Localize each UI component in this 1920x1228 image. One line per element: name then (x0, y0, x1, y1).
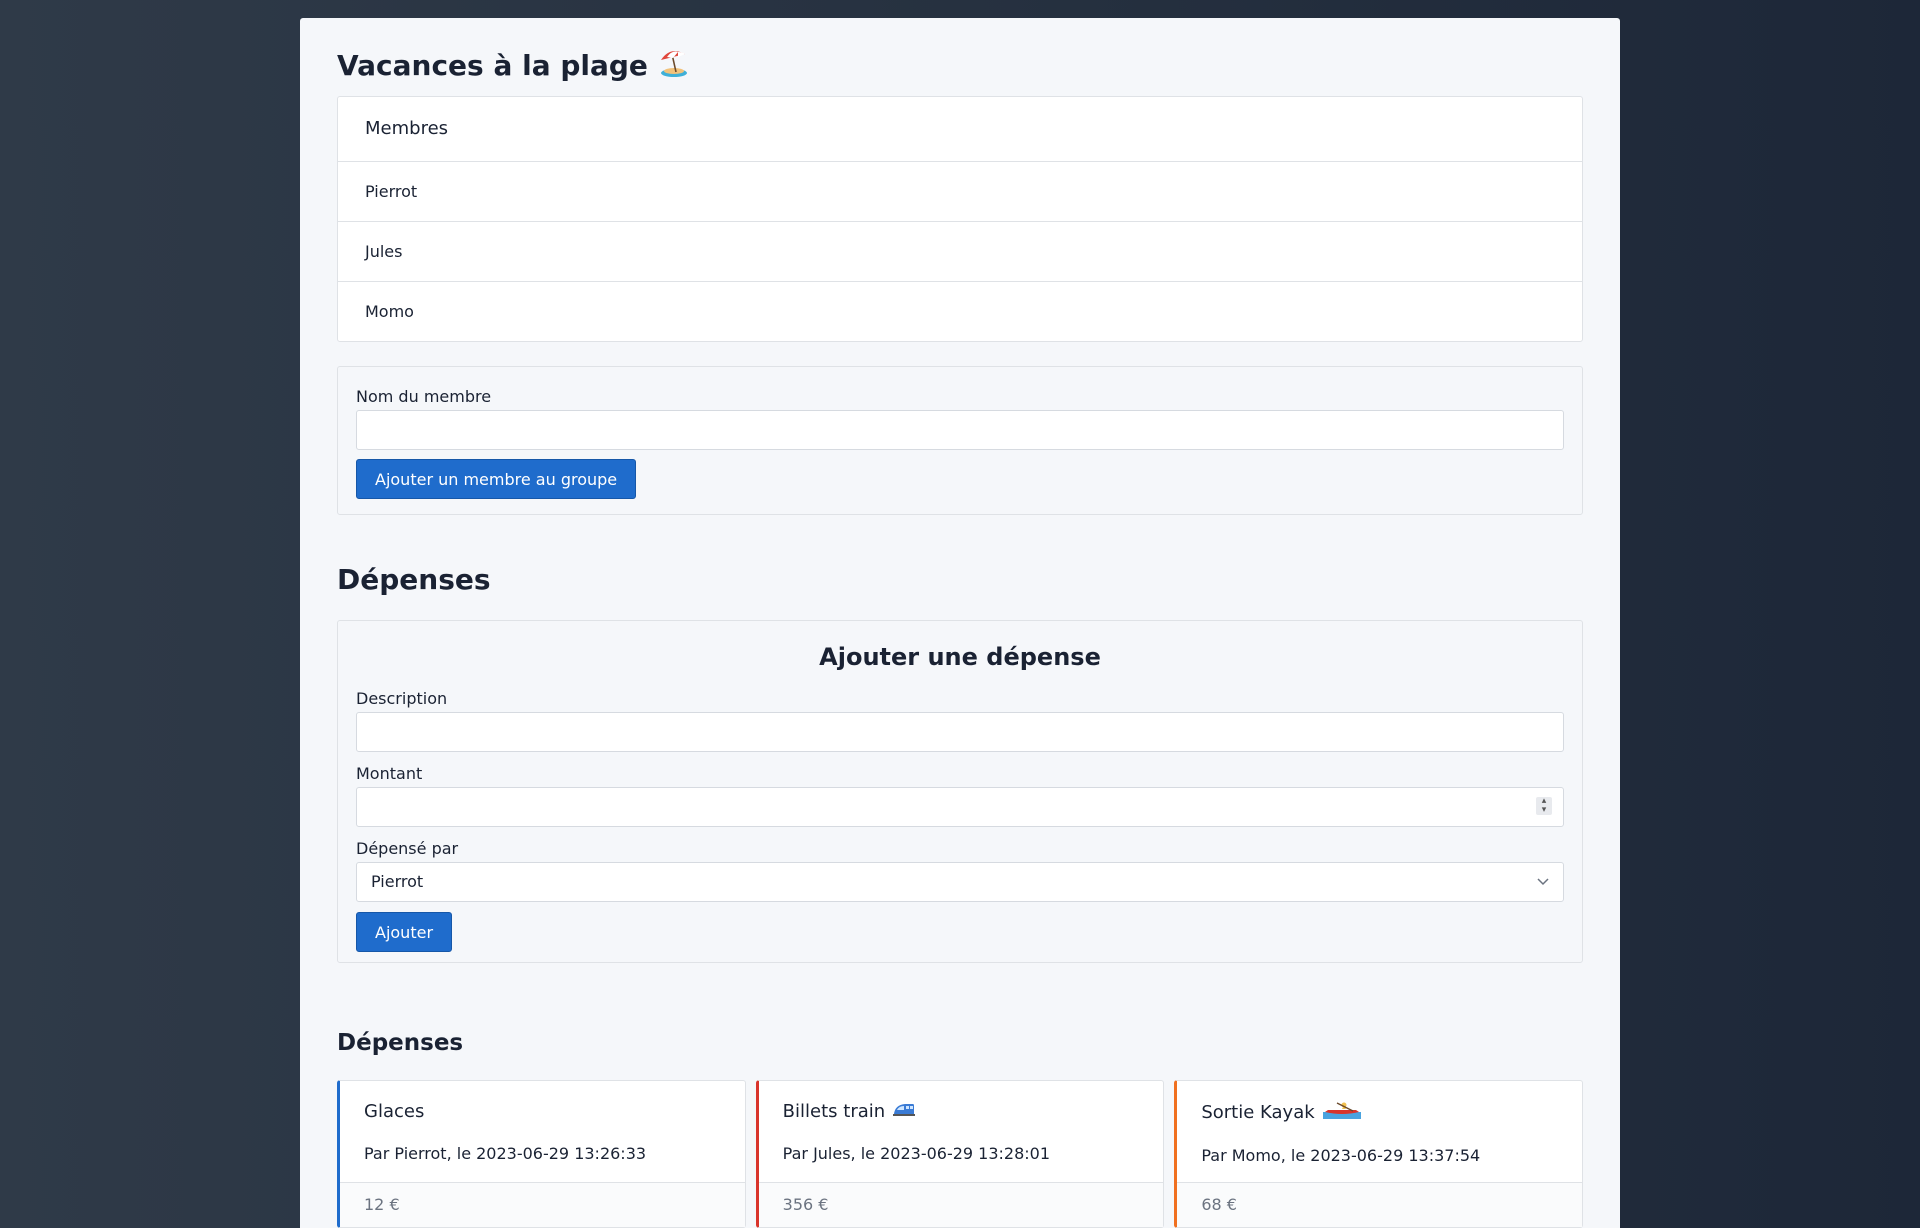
expense-card[interactable]: Sortie Kayak Par Momo, le 2023-06-29 13:… (1174, 1080, 1584, 1228)
main-container: Vacances à la plage Membres Pierrot Jule… (300, 18, 1620, 1228)
group-title: Vacances à la plage (337, 46, 690, 85)
member-name-label: Nom du membre (356, 387, 492, 406)
expense-amount: 12 € (340, 1183, 745, 1227)
members-list: Membres Pierrot Jules Momo (337, 96, 1583, 342)
chevron-down-icon (1537, 878, 1549, 886)
members-header: Membres (338, 97, 1582, 162)
member-item: Momo (365, 302, 414, 321)
beach-umbrella-icon (658, 46, 690, 85)
description-input[interactable] (356, 712, 1564, 752)
expense-amount: 68 € (1177, 1183, 1583, 1227)
expense-meta: Par Momo, le 2023-06-29 13:37:54 (1201, 1146, 1481, 1165)
train-icon (893, 1101, 916, 1122)
expenses-section-title: Dépenses (337, 563, 491, 596)
expense-card[interactable]: Glaces Par Pierrot, le 2023-06-29 13:26:… (337, 1080, 746, 1228)
spent-by-select[interactable]: Pierrot (356, 862, 1564, 902)
expenses-list-title: Dépenses (337, 1030, 464, 1056)
member-name-input[interactable] (356, 410, 1564, 450)
spent-by-label: Dépensé par (356, 839, 459, 858)
add-member-button[interactable]: Ajouter un membre au groupe (356, 459, 637, 499)
kayak-icon (1322, 1101, 1361, 1124)
add-expense-form: Ajouter une dépense Description Montant … (337, 620, 1583, 963)
expenses-list: Glaces Par Pierrot, le 2023-06-29 13:26:… (337, 1080, 1584, 1228)
add-expense-title: Ajouter une dépense (819, 643, 1101, 671)
expense-amount: 356 € (758, 1183, 1164, 1227)
add-expense-button[interactable]: Ajouter (356, 912, 453, 952)
amount-stepper[interactable]: ▴ ▾ (1536, 797, 1552, 815)
amount-input[interactable] (356, 787, 1564, 827)
expense-title: Glaces (364, 1101, 425, 1122)
description-label: Description (356, 689, 448, 708)
expense-card[interactable]: Billets train Par Jules, le 2023-06-29 1… (755, 1080, 1165, 1228)
group-title-text: Vacances à la plage (337, 49, 648, 82)
expense-title: Sortie Kayak (1201, 1101, 1558, 1124)
amount-label: Montant (356, 764, 423, 783)
expense-meta: Par Pierrot, le 2023-06-29 13:26:33 (364, 1144, 647, 1163)
expense-meta: Par Jules, le 2023-06-29 13:28:01 (782, 1144, 1051, 1163)
member-item: Pierrot (338, 162, 1582, 222)
spent-by-selected-value: Pierrot (371, 872, 424, 891)
expense-title: Billets train (783, 1101, 1140, 1122)
add-member-form: Nom du membre Ajouter un membre au group… (337, 366, 1583, 515)
member-item: Jules (338, 222, 1582, 282)
